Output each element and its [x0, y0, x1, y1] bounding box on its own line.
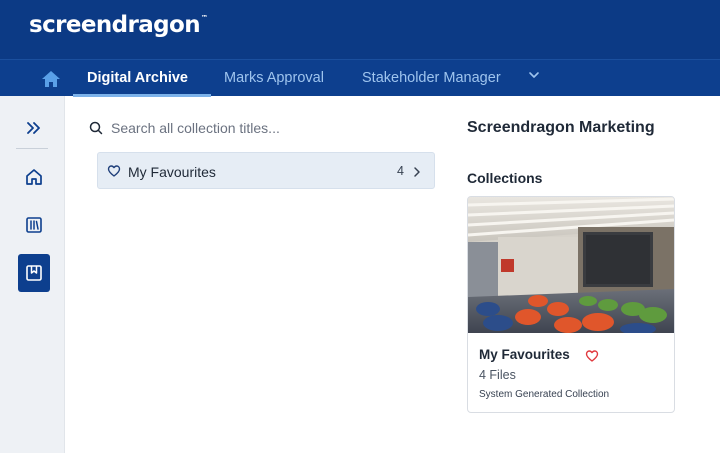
- chevron-right-icon: [414, 167, 420, 177]
- logo-text: screendragon: [29, 12, 201, 38]
- favourites-count: 4: [397, 164, 404, 178]
- collection-card[interactable]: My Favourites 4 Files System Generated C…: [467, 196, 675, 413]
- home-icon: [26, 169, 42, 185]
- main-nav: Digital Archive Marks Approval Stakehold…: [0, 59, 720, 97]
- sidebar-item-home[interactable]: [18, 161, 50, 193]
- sidebar-expand-button[interactable]: [18, 112, 50, 144]
- library-icon: [26, 217, 42, 233]
- card-description: System Generated Collection: [479, 389, 610, 400]
- double-chevron-right-icon: [27, 122, 40, 134]
- favourites-label: My Favourites: [128, 164, 216, 180]
- workspace-title: Screendragon Marketing: [467, 119, 655, 136]
- sidebar-divider: [16, 148, 48, 149]
- home-icon: [42, 71, 60, 87]
- bookmark-archive-icon: [26, 265, 42, 281]
- active-tab-indicator: [73, 94, 211, 97]
- search-icon: [89, 121, 103, 135]
- search-input[interactable]: [111, 118, 421, 138]
- heart-icon: [107, 165, 121, 177]
- tab-marks-approval[interactable]: Marks Approval: [224, 70, 324, 86]
- card-file-count: 4 Files: [479, 368, 516, 382]
- collection-search: [88, 118, 428, 140]
- screendragon-logo[interactable]: screendragon™: [29, 12, 208, 38]
- sidebar-item-library[interactable]: [18, 209, 50, 241]
- chevron-down-icon[interactable]: [527, 69, 541, 81]
- collection-cover-image: [468, 197, 674, 333]
- sidebar-item-archive[interactable]: [18, 254, 50, 292]
- collections-heading: Collections: [467, 170, 543, 186]
- tab-stakeholder-manager[interactable]: Stakeholder Manager: [362, 70, 501, 86]
- tab-digital-archive[interactable]: Digital Archive: [87, 70, 188, 86]
- card-title: My Favourites: [479, 347, 570, 362]
- favourite-heart-icon[interactable]: [585, 349, 599, 363]
- nav-home-button[interactable]: [40, 69, 62, 89]
- sidebar: [0, 96, 65, 453]
- list-item-my-favourites[interactable]: My Favourites 4: [97, 152, 435, 189]
- logo-trademark: ™: [201, 14, 208, 22]
